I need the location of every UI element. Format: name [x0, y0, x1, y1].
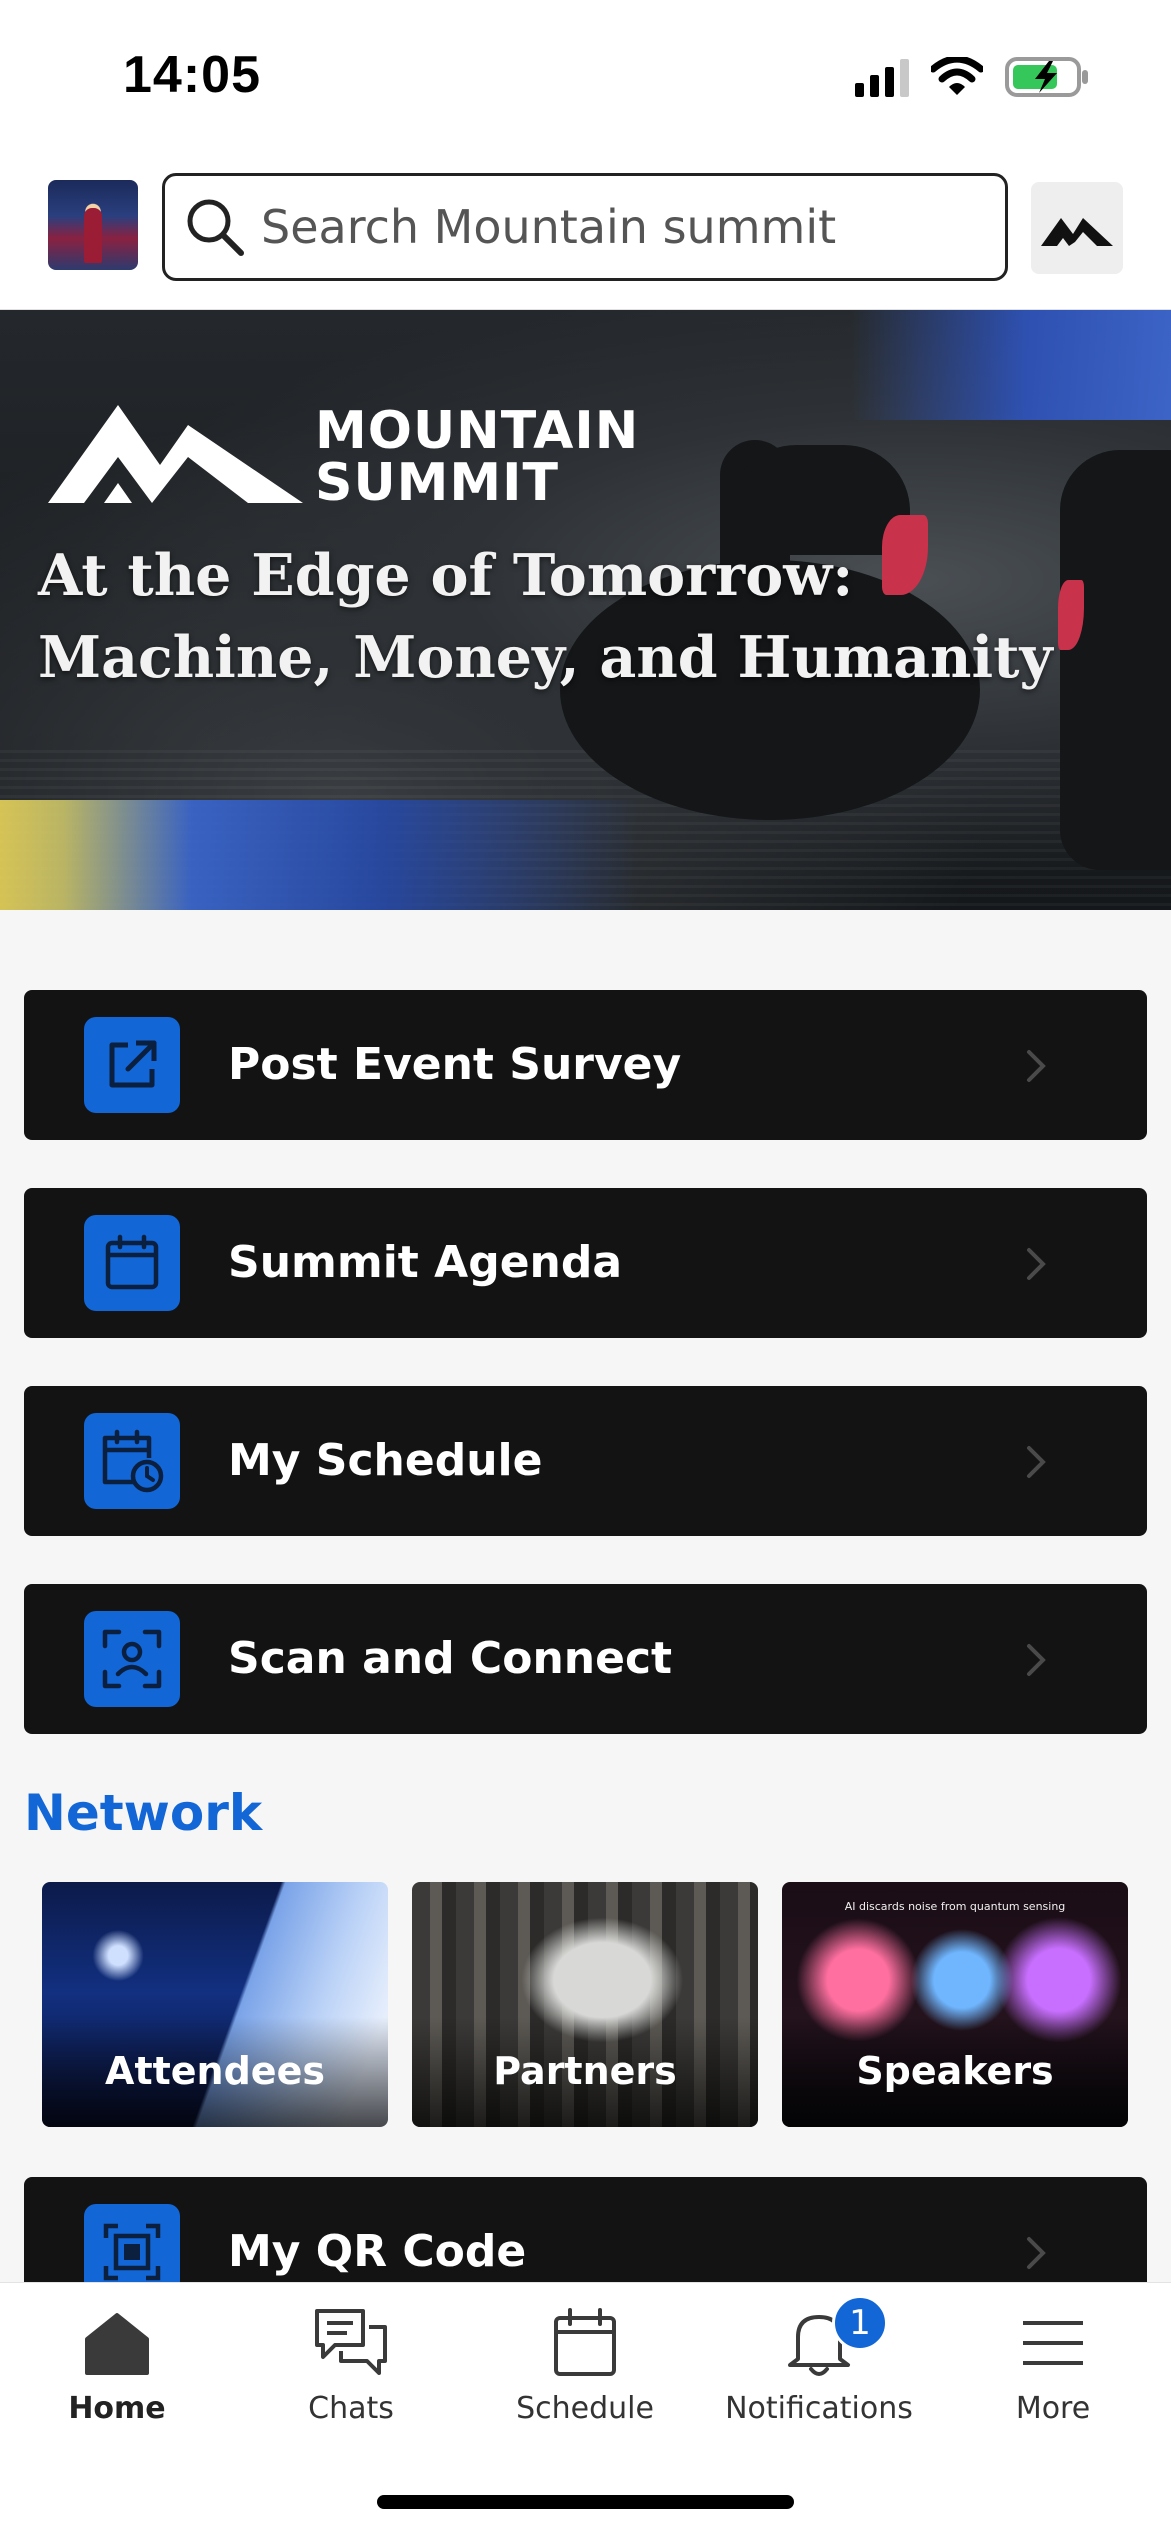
- chevron-right-icon: [1027, 1248, 1046, 1280]
- home-indicator[interactable]: [377, 2495, 794, 2509]
- search-icon: [187, 199, 244, 256]
- nav-label: Notifications: [725, 2391, 913, 2426]
- chat-bubbles-icon: [311, 2303, 391, 2383]
- nav-label: More: [1015, 2391, 1091, 2426]
- banner-brand: MOUNTAIN SUMMIT: [315, 405, 639, 509]
- speakers-screen-caption: AI discards noise from quantum sensing: [844, 1900, 1066, 1913]
- calendar-icon: [84, 1215, 180, 1311]
- menu-item-post-event-survey[interactable]: Post Event Survey: [24, 990, 1147, 1140]
- status-icons: [855, 55, 1091, 99]
- hamburger-menu-icon: [1021, 2303, 1085, 2383]
- chevron-right-icon: [1027, 1050, 1046, 1082]
- home-icon: [81, 2303, 153, 2383]
- nav-label: Home: [68, 2391, 166, 2426]
- banner-headline: At the Edge of Tomorrow: Machine, Money,…: [38, 535, 1138, 699]
- network-tile-partners[interactable]: Partners: [412, 1882, 758, 2127]
- menu-item-summit-agenda[interactable]: Summit Agenda: [24, 1188, 1147, 1338]
- external-link-icon: [84, 1017, 180, 1113]
- nav-more[interactable]: More: [936, 2283, 1170, 2433]
- notification-badge: 1: [832, 2295, 888, 2351]
- menu-item-label: My Schedule: [228, 1435, 543, 1486]
- calendar-icon: [552, 2303, 618, 2383]
- wifi-icon: [931, 57, 983, 95]
- brand-line-2: SUMMIT: [315, 453, 559, 513]
- event-banner: MOUNTAIN SUMMIT At the Edge of Tomorrow:…: [0, 310, 1171, 910]
- menu-item-scan-and-connect[interactable]: Scan and Connect: [24, 1584, 1147, 1734]
- tile-label: Speakers: [856, 2049, 1054, 2093]
- nav-notifications[interactable]: 1 Notifications: [702, 2283, 936, 2433]
- nav-label: Schedule: [516, 2391, 654, 2426]
- status-time: 14:05: [123, 46, 261, 104]
- tile-label: Partners: [493, 2049, 677, 2093]
- avatar[interactable]: [48, 180, 138, 270]
- network-tile-attendees[interactable]: Attendees: [42, 1882, 388, 2127]
- headline-line-2: Machine, Money, and Humanity: [38, 624, 1053, 691]
- mountain-logo-icon[interactable]: [1031, 182, 1123, 274]
- cellular-signal-icon: [855, 57, 909, 97]
- menu-item-my-schedule[interactable]: My Schedule: [24, 1386, 1147, 1536]
- face-scan-icon: [84, 1611, 180, 1707]
- menu-item-label: Post Event Survey: [228, 1039, 682, 1090]
- search-bar[interactable]: [162, 173, 1008, 281]
- nav-label: Chats: [308, 2391, 394, 2426]
- network-section-title: Network: [24, 1784, 263, 1842]
- chevron-right-icon: [1027, 2237, 1046, 2269]
- bell-icon: 1: [786, 2295, 888, 2383]
- search-input[interactable]: [261, 176, 1005, 278]
- nav-home[interactable]: Home: [0, 2283, 234, 2433]
- nav-chats[interactable]: Chats: [234, 2283, 468, 2433]
- status-bar: 14:05: [0, 0, 1171, 155]
- calendar-clock-icon: [84, 1413, 180, 1509]
- chevron-right-icon: [1027, 1446, 1046, 1478]
- menu-item-label: Scan and Connect: [228, 1633, 673, 1684]
- mountain-summit-logo-icon: [48, 405, 303, 503]
- brand-line-1: MOUNTAIN: [315, 401, 640, 461]
- menu-item-label: Summit Agenda: [228, 1237, 623, 1288]
- top-header: [0, 155, 1171, 310]
- tile-label: Attendees: [105, 2049, 325, 2093]
- nav-schedule[interactable]: Schedule: [468, 2283, 702, 2433]
- headline-line-1: At the Edge of Tomorrow:: [38, 542, 854, 609]
- network-tile-speakers[interactable]: AI discards noise from quantum sensing S…: [782, 1882, 1128, 2127]
- battery-charging-icon: [1005, 57, 1088, 97]
- chevron-right-icon: [1027, 1644, 1046, 1676]
